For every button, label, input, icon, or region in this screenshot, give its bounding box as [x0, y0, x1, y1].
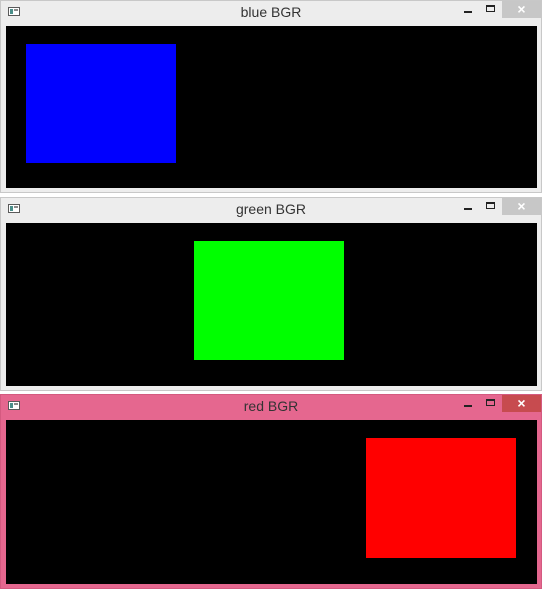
blue-bgr-window: blue BGR × [0, 0, 542, 193]
blue-rectangle [26, 44, 176, 163]
green-rectangle [194, 241, 344, 360]
close-button[interactable]: × [502, 198, 541, 215]
close-button[interactable]: × [502, 395, 541, 412]
image-canvas [6, 26, 537, 188]
title-bar[interactable]: green BGR × [1, 198, 541, 221]
red-bgr-window: red BGR × [0, 394, 542, 589]
image-canvas [6, 420, 537, 584]
image-canvas [6, 223, 537, 386]
green-bgr-window: green BGR × [0, 197, 542, 391]
minimize-button[interactable] [456, 396, 478, 414]
close-button[interactable]: × [502, 1, 541, 18]
red-rectangle [366, 438, 516, 558]
maximize-button[interactable] [479, 199, 501, 217]
title-bar[interactable]: red BGR × [1, 395, 541, 418]
title-bar[interactable]: blue BGR × [1, 1, 541, 24]
maximize-button[interactable] [479, 396, 501, 414]
maximize-button[interactable] [479, 2, 501, 20]
minimize-button[interactable] [456, 2, 478, 20]
minimize-button[interactable] [456, 199, 478, 217]
